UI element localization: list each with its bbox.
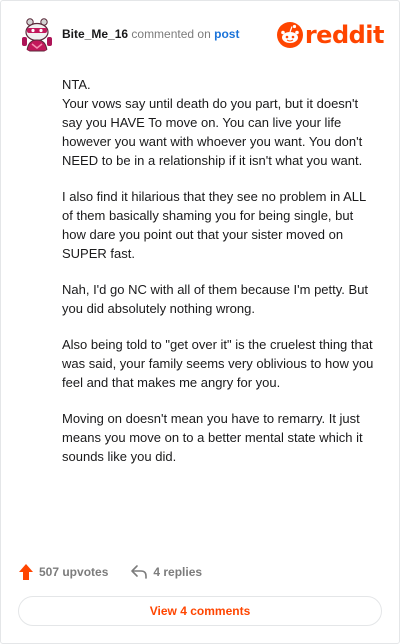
upvote-button[interactable]: 507 upvotes bbox=[18, 563, 108, 581]
comment-paragraph: Moving on doesn't mean you have to remar… bbox=[62, 411, 363, 464]
upvote-count: 507 upvotes bbox=[39, 565, 109, 579]
reddit-logo: reddit bbox=[276, 20, 385, 50]
avatar[interactable] bbox=[18, 15, 56, 53]
commented-on-label: commented on bbox=[131, 27, 211, 41]
reply-button[interactable]: 4 replies bbox=[130, 564, 202, 580]
username[interactable]: Bite_Me_16 bbox=[62, 27, 128, 41]
view-comments-button[interactable]: View 4 comments bbox=[18, 596, 382, 626]
comment-paragraph: Also being told to "get over it" is the … bbox=[62, 337, 374, 390]
upvote-arrow-icon bbox=[19, 564, 33, 580]
comment-paragraph: Nah, I'd go NC with all of them because … bbox=[62, 282, 369, 316]
comment-paragraph: I also find it hilarious that they see n… bbox=[62, 189, 366, 261]
reddit-wordmark: reddit bbox=[304, 21, 385, 49]
comment-header: Bite_Me_16 commented on post reddit bbox=[18, 15, 385, 55]
snoo-avatar-icon bbox=[18, 15, 56, 53]
view-comments-label: View 4 comments bbox=[149, 604, 251, 618]
comment-paragraph: NTA. Your vows say until death do you pa… bbox=[62, 77, 363, 168]
comment-actions: 507 upvotes 4 replies bbox=[18, 561, 224, 583]
post-link[interactable]: post bbox=[214, 27, 239, 41]
reddit-snoo-icon bbox=[276, 22, 303, 48]
comment-card: Bite_Me_16 commented on post reddit NTA.… bbox=[0, 0, 400, 644]
comment-body: NTA. Your vows say until death do you pa… bbox=[62, 75, 374, 483]
reply-arrow-icon bbox=[131, 565, 148, 579]
comment-meta: Bite_Me_16 commented on post bbox=[62, 27, 239, 41]
reply-count: 4 replies bbox=[153, 565, 203, 579]
